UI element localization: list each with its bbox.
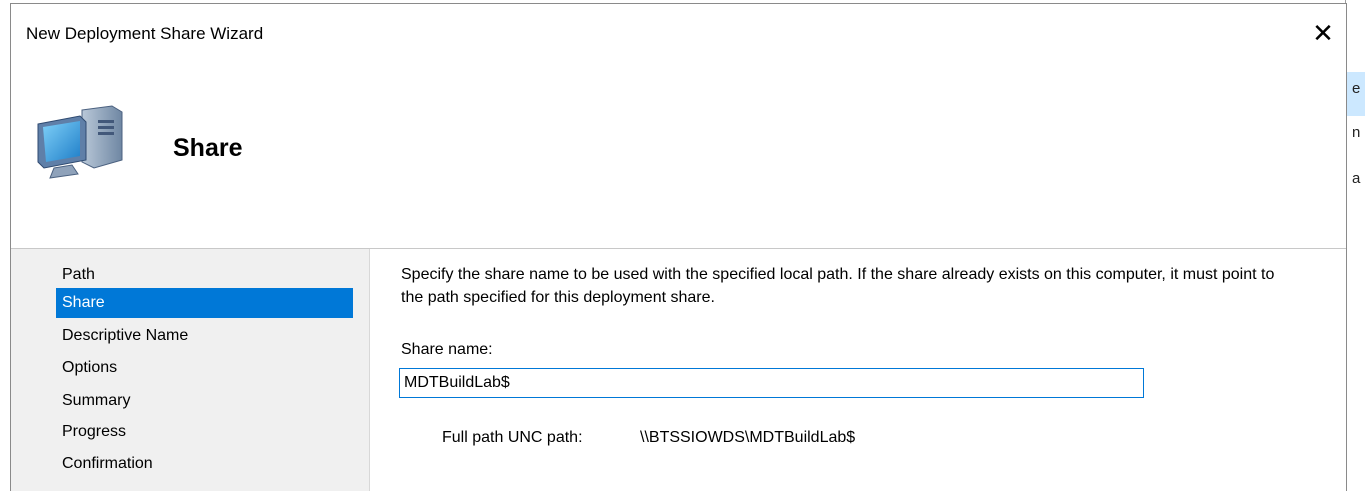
wizard-body: Path Share Descriptive Name Options Summ… bbox=[11, 248, 1346, 491]
share-name-label: Share name: bbox=[401, 341, 493, 358]
title-bar[interactable]: New Deployment Share Wizard ✕ bbox=[11, 4, 1346, 62]
step-description: Specify the share name to be used with t… bbox=[401, 266, 1275, 306]
step-navigation: Path Share Descriptive Name Options Summ… bbox=[11, 249, 368, 491]
unc-path-value: \\BTSSIOWDS\MDTBuildLab$ bbox=[640, 429, 856, 446]
wizard-window: New Deployment Share Wizard ✕ Share Path… bbox=[10, 3, 1347, 491]
nav-item-summary[interactable]: Summary bbox=[56, 386, 353, 416]
page-title: Share bbox=[173, 134, 243, 162]
nav-item-confirmation[interactable]: Confirmation bbox=[56, 449, 353, 479]
background-text-char: n bbox=[1352, 124, 1361, 141]
close-icon: ✕ bbox=[1312, 17, 1334, 48]
page-header: Share bbox=[11, 62, 1346, 248]
computer-icon bbox=[37, 105, 123, 179]
nav-item-path[interactable]: Path bbox=[56, 260, 353, 290]
background-window-edge: e n a bbox=[1345, 0, 1365, 490]
background-text-char: a bbox=[1352, 170, 1361, 187]
nav-item-progress[interactable]: Progress bbox=[56, 417, 353, 447]
share-name-input[interactable] bbox=[399, 368, 1144, 398]
background-text-char: e bbox=[1352, 80, 1361, 97]
nav-item-options[interactable]: Options bbox=[56, 353, 353, 383]
step-content: Specify the share name to be used with t… bbox=[369, 249, 1346, 491]
close-button[interactable]: ✕ bbox=[1300, 4, 1346, 62]
window-title: New Deployment Share Wizard bbox=[26, 24, 264, 43]
nav-item-share[interactable]: Share bbox=[56, 288, 353, 318]
nav-item-descriptive-name[interactable]: Descriptive Name bbox=[56, 321, 353, 351]
unc-path-label: Full path UNC path: bbox=[442, 429, 583, 446]
